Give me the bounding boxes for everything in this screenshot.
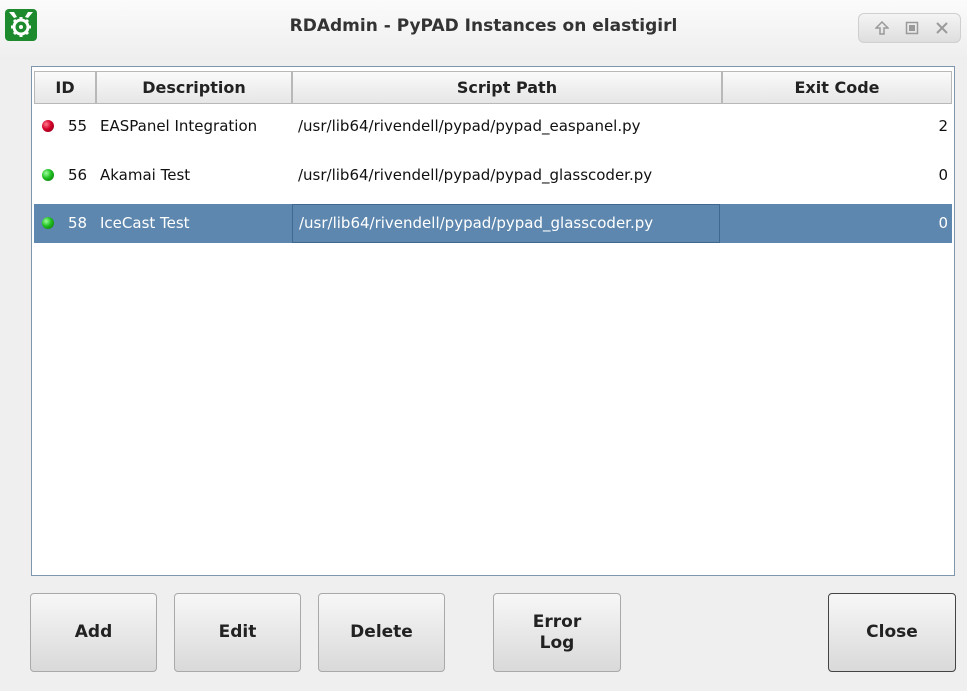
pypad-instances-window: RDAdmin - PyPAD Instances on elastigirl …: [0, 0, 967, 691]
id-cell: 55: [68, 117, 88, 135]
column-header-id[interactable]: ID: [34, 71, 96, 104]
exit-code-cell: 0: [938, 214, 948, 232]
error-log-label-line2: Log: [539, 632, 575, 653]
error-log-button[interactable]: Error Log: [493, 593, 621, 672]
script-path-cell: /usr/lib64/rivendell/pypad/pypad_glassco…: [298, 166, 653, 184]
add-button[interactable]: Add: [30, 593, 157, 672]
description-cell: IceCast Test: [100, 214, 190, 232]
window-title: RDAdmin - PyPAD Instances on elastigirl: [289, 16, 678, 36]
status-green-icon: [42, 169, 54, 181]
column-header-exit-code[interactable]: Exit Code: [722, 71, 952, 104]
status-green-icon: [42, 217, 54, 229]
error-log-label-line1: Error: [532, 611, 582, 632]
list-header: ID Description Script Path Exit Code: [34, 71, 952, 104]
column-header-script-path[interactable]: Script Path: [292, 71, 722, 104]
table-row[interactable]: 56 Akamai Test /usr/lib64/rivendell/pypa…: [34, 156, 952, 195]
table-row-selected[interactable]: 58 IceCast Test /usr/lib64/rivendell/pyp…: [34, 204, 952, 243]
close-icon[interactable]: [931, 18, 953, 38]
id-cell: 56: [68, 166, 88, 184]
pypad-instance-list[interactable]: ID Description Script Path Exit Code 55 …: [31, 66, 955, 576]
script-path-cell: /usr/lib64/rivendell/pypad/pypad_easpane…: [298, 117, 641, 135]
close-button[interactable]: Close: [828, 593, 956, 672]
exit-code-cell: 0: [938, 166, 948, 184]
edit-button[interactable]: Edit: [174, 593, 301, 672]
exit-code-cell: 2: [938, 117, 948, 135]
script-path-cell: /usr/lib64/rivendell/pypad/pypad_glassco…: [292, 204, 720, 243]
id-cell: 58: [68, 214, 88, 232]
title-bar[interactable]: RDAdmin - PyPAD Instances on elastigirl: [0, 0, 967, 60]
description-cell: EASPanel Integration: [100, 117, 258, 135]
delete-button[interactable]: Delete: [318, 593, 445, 672]
up-arrow-icon[interactable]: [871, 18, 893, 38]
column-header-description[interactable]: Description: [96, 71, 292, 104]
maximize-icon[interactable]: [901, 18, 923, 38]
description-cell: Akamai Test: [100, 166, 191, 184]
status-red-icon: [42, 120, 54, 132]
window-controls: [858, 13, 961, 43]
table-row[interactable]: 55 EASPanel Integration /usr/lib64/riven…: [34, 107, 952, 146]
